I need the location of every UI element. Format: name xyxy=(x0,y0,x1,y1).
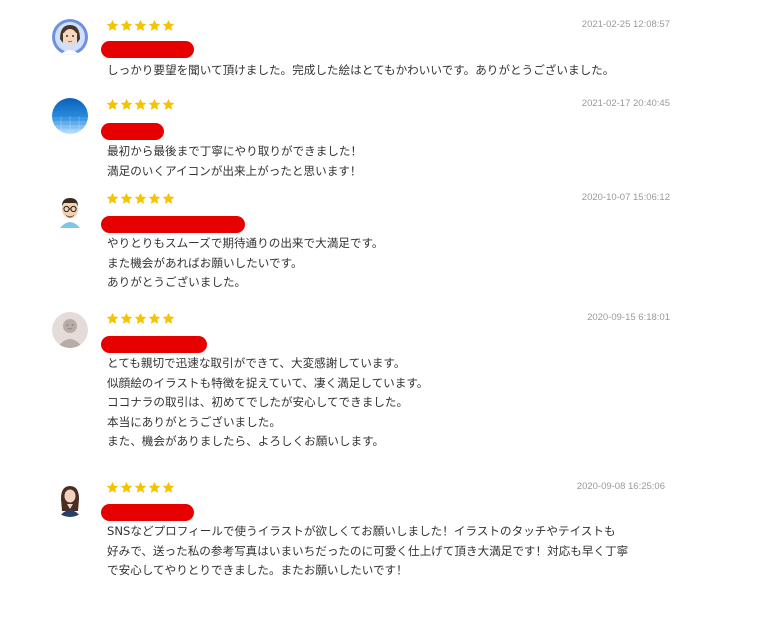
star-icon xyxy=(106,192,119,204)
woman-photo-avatar-icon[interactable] xyxy=(52,481,88,517)
review-comment: とても親切で迅速な取引ができて、大変感謝しています。 似顔絵のイラストも特徴を捉… xyxy=(107,354,428,452)
comment-line: しっかり要望を聞いて頂けました。完成した絵はとてもかわいいです。ありがとうござい… xyxy=(107,63,615,77)
comment-line: やりとりもスムーズで期待通りの出来で大満足です。 xyxy=(107,236,384,250)
review-date: 2021-02-25 12:08:57 xyxy=(581,19,670,30)
review-date: 2021-02-17 20:40:45 xyxy=(581,98,670,109)
comment-line: ココナラの取引は、初めてでしたが安心してできました。 xyxy=(107,395,409,409)
star-icon xyxy=(106,481,119,493)
star-icon xyxy=(162,19,175,31)
rating-stars xyxy=(106,98,175,114)
star-icon xyxy=(134,19,147,31)
default-user-avatar-icon[interactable] xyxy=(52,312,88,348)
star-icon xyxy=(120,192,133,204)
redacted-username xyxy=(101,216,245,233)
man-glasses-avatar-icon[interactable] xyxy=(52,192,88,228)
comment-line: ありがとうございました。 xyxy=(107,275,247,289)
redacted-username xyxy=(101,41,194,58)
rating-stars xyxy=(106,192,175,208)
comment-line: また、機会がありましたら、よろしくお願いします。 xyxy=(107,434,385,448)
redacted-username xyxy=(101,504,194,521)
star-icon xyxy=(162,192,175,204)
rating-stars xyxy=(106,19,175,35)
star-icon xyxy=(106,312,119,324)
comment-line: SNSなどプロフィールで使うイラストが欲しくてお願いしました！イラストのタッチや… xyxy=(107,524,616,538)
star-icon xyxy=(134,98,147,110)
star-icon xyxy=(120,312,133,324)
comment-line: 最初から最後まで丁寧にやり取りができました！ xyxy=(107,144,363,158)
review-comment: SNSなどプロフィールで使うイラストが欲しくてお願いしました！イラストのタッチや… xyxy=(107,522,628,581)
star-icon xyxy=(148,312,161,324)
star-icon xyxy=(148,19,161,31)
review-comment: 最初から最後まで丁寧にやり取りができました！ 満足のいくアイコンが出来上がったと… xyxy=(107,142,362,181)
comment-line: 本当にありがとうございました。 xyxy=(107,414,281,429)
comment-line: 似顔絵のイラストも特徴を捉えていて、凄く満足しています。 xyxy=(107,375,429,390)
review-comment: やりとりもスムーズで期待通りの出来で大満足です。 また機会があればお願いしたいで… xyxy=(107,234,384,293)
star-icon xyxy=(148,192,161,204)
blue-gradient-avatar-icon[interactable] xyxy=(52,98,88,134)
star-icon xyxy=(148,98,161,110)
star-icon xyxy=(120,481,133,493)
comment-line: また機会があればお願いしたいです。 xyxy=(107,255,303,270)
review-comment: しっかり要望を聞いて頂けました。完成した絵はとてもかわいいです。ありがとうござい… xyxy=(107,61,614,81)
star-icon xyxy=(106,19,119,31)
rating-stars xyxy=(106,481,175,497)
star-icon xyxy=(162,98,175,110)
star-icon xyxy=(134,481,147,493)
woman-avatar-icon[interactable] xyxy=(52,19,88,55)
star-icon xyxy=(162,312,175,324)
star-icon xyxy=(106,98,119,110)
redacted-username xyxy=(101,123,164,140)
star-icon xyxy=(134,192,147,204)
review-date: 2020-09-08 16:25:06 xyxy=(576,481,665,492)
comment-line: で安心してやりとりできました。またお願いしたいです！ xyxy=(107,563,408,577)
rating-stars xyxy=(106,312,175,328)
star-icon xyxy=(162,481,175,493)
review-date: 2020-10-07 15:06:12 xyxy=(581,192,670,203)
comment-line: 満足のいくアイコンが出来上がったと思います！ xyxy=(107,163,362,178)
star-icon xyxy=(148,481,161,493)
star-icon xyxy=(134,312,147,324)
star-icon xyxy=(120,98,133,110)
review-date: 2020-09-15 6:18:01 xyxy=(587,312,670,323)
comment-line: とても親切で迅速な取引ができて、大変感謝しています。 xyxy=(107,356,406,370)
star-icon xyxy=(120,19,133,31)
comment-line: 好みで、送った私の参考写真はいまいちだったのに可愛く仕上げて頂き大満足です！対応… xyxy=(107,543,629,558)
redacted-username xyxy=(101,336,207,353)
